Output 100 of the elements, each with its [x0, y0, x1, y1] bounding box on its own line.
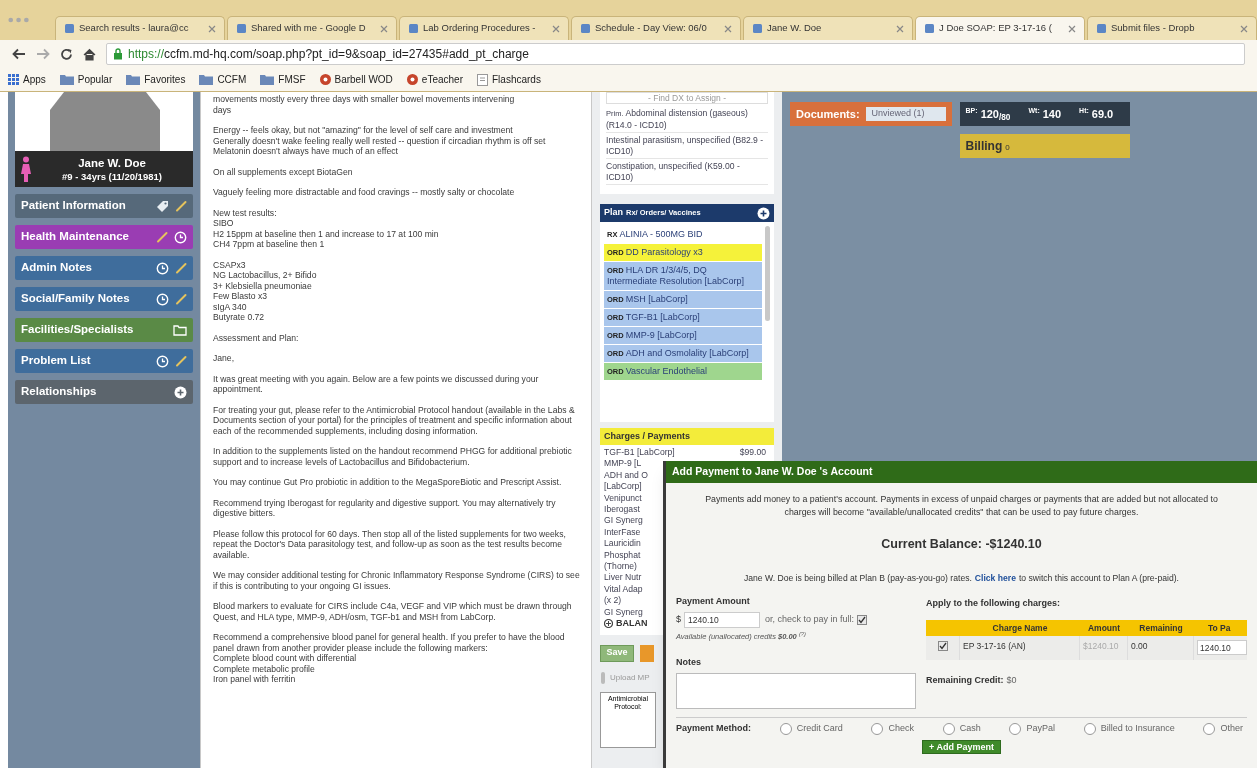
sidebar-item[interactable]: Problem List	[15, 349, 193, 373]
history-icon[interactable]	[174, 230, 187, 244]
notes-field[interactable]	[676, 672, 916, 709]
bookmark-link[interactable]: eTeacher	[406, 72, 463, 87]
click-here-link[interactable]: Click here	[974, 571, 1016, 585]
payment-method-option[interactable]: Cash	[942, 722, 981, 736]
sidebar-item[interactable]: Relationships	[15, 380, 193, 404]
bookmark-link[interactable]: Apps	[8, 72, 46, 87]
billing-bar[interactable]: Billing 0	[959, 134, 1130, 158]
browser-tab[interactable]: J Doe SOAP: EP 3-17-16 (	[915, 16, 1085, 40]
pencil-icon[interactable]	[175, 200, 187, 212]
lock-icon	[113, 48, 123, 60]
pencil-icon[interactable]	[175, 355, 187, 367]
documents-filter-dropdown[interactable]: Unviewed (1)	[865, 107, 946, 121]
note-paragraph: It was great meeting with you again. Below are a few points we discussed during your appointment.	[213, 373, 540, 395]
diagnosis-item[interactable]: Intestinal parasitism, unspecified (B82.9 - ICD10)	[606, 133, 768, 159]
sidebar-item[interactable]: Admin Notes	[15, 256, 193, 280]
table-cell: $1240.10	[1080, 636, 1128, 661]
charge-name: GI Synerg	[604, 606, 643, 619]
page-icon	[408, 23, 419, 34]
reload-icon[interactable]	[60, 47, 73, 61]
note-paragraph: Jane,	[213, 353, 236, 364]
diagnosis-search-field[interactable]: - Find DX to Assign -	[606, 92, 768, 104]
history-icon[interactable]	[156, 292, 169, 306]
bookmark-link[interactable]: FMSF	[260, 72, 306, 87]
payment-method-option[interactable]: PayPal	[1009, 722, 1055, 736]
close-icon[interactable]	[1240, 24, 1248, 33]
pencil-icon[interactable]	[175, 293, 187, 305]
payment-method-option[interactable]: Other	[1203, 722, 1243, 736]
notes-text-area[interactable]	[200, 92, 592, 768]
close-icon[interactable]	[724, 24, 732, 33]
note-paragraph: We may consider additional testing for Chronic Inflammatory Response Syndrome (CIRS) to see if this is contributing to your ongoing GI issues.	[213, 570, 581, 591]
plus-icon[interactable]	[174, 385, 187, 399]
plus-icon[interactable]	[604, 619, 613, 629]
payment-method-label: Payment Method:	[676, 722, 751, 736]
paperclip-icon[interactable]	[600, 671, 606, 684]
sidebar-item[interactable]: Social/Family Notes	[15, 287, 193, 311]
close-icon[interactable]	[1068, 24, 1076, 33]
note-paragraph: New test results: SIBO H2 15ppm at baseline then 1 and increase to 17 at 100 min CH4 7ppm at baseline then 1	[213, 207, 440, 250]
pencil-icon[interactable]	[156, 231, 168, 243]
note-paragraph: Blood markers to evaluate for CIRS include C4a, VEGF and VIP which must be drawn through Quest, and HLA type, MMP-9, ADH/osm, TGF-b1 and MSH from LabCorp.	[213, 601, 573, 622]
billing-count: 0	[1005, 142, 1010, 154]
close-icon[interactable]	[896, 24, 904, 33]
page-icon	[236, 23, 247, 34]
browser-tab[interactable]: Submit files - Dropb	[1087, 16, 1257, 40]
note-paragraph: Assessment and Plan:	[213, 332, 300, 343]
browser-tab[interactable]: Search results - laura@cc	[55, 16, 225, 40]
sidebar-item[interactable]: Health Maintenance	[15, 225, 193, 249]
bookmark-link[interactable]: CCFM	[199, 72, 247, 87]
browser-tab[interactable]: Schedule - Day View: 06/0	[571, 16, 741, 40]
plan-text: to switch this account to Plan A (pre-paid).	[1018, 571, 1179, 585]
browser-tab[interactable]: Jane W. Doe	[743, 16, 913, 40]
plan-text: Jane W. Doe is being billed at Plan B (pay-as-you-go) rates.	[744, 571, 972, 585]
table-cell: EP 3-17-16 (AN)	[960, 636, 1080, 661]
balance-label: BALAN	[616, 617, 648, 630]
column-header: Remaining	[1138, 621, 1184, 635]
to-pay-field[interactable]: 1240.10	[1197, 640, 1247, 656]
patient-name: Jane W. Doe	[78, 155, 146, 170]
add-payment-button[interactable]: + Add Payment	[922, 739, 1001, 754]
browser-tab[interactable]: Lab Ordering Procedures -	[399, 16, 569, 40]
check-icon	[938, 642, 947, 651]
bookmark-link[interactable]: Popular	[59, 72, 113, 87]
folder-icon[interactable]	[173, 324, 187, 336]
diagnosis-item[interactable]: Constipation, unspecified (K59.00 - ICD10)	[606, 159, 768, 185]
payment-method-option[interactable]: Credit Card	[779, 722, 843, 736]
note-paragraph: On all supplements except BiotaGen	[213, 166, 354, 177]
documents-label: Documents:	[796, 106, 860, 122]
pay-full-checkbox[interactable]	[857, 615, 868, 626]
sidebar-item[interactable]: Facilities/Specialists	[15, 318, 193, 342]
forward-arrow-icon[interactable]	[36, 48, 50, 60]
person-icon	[21, 156, 31, 182]
browser-tab[interactable]: Shared with me - Google D	[227, 16, 397, 40]
action-button[interactable]	[640, 644, 654, 662]
pencil-icon[interactable]	[175, 262, 187, 274]
payment-method-option[interactable]: Check	[871, 722, 914, 736]
close-icon[interactable]	[380, 24, 388, 33]
back-arrow-icon[interactable]	[12, 48, 26, 60]
bookmark-link[interactable]: Flashcards	[477, 72, 541, 87]
history-icon[interactable]	[156, 261, 169, 275]
plus-icon[interactable]	[757, 206, 770, 220]
apps-grid-icon	[8, 74, 19, 85]
tag-icon[interactable]	[156, 199, 169, 213]
bookmark-link[interactable]: Barbell WOD	[319, 72, 393, 87]
vital-value: 120$_{/80}$	[980, 106, 1011, 123]
folder-icon	[126, 74, 141, 85]
close-icon[interactable]	[208, 24, 216, 33]
close-icon[interactable]	[552, 24, 560, 33]
scrollbar-thumb[interactable]	[765, 226, 770, 321]
address-field[interactable]: https://ccfm.md-hq.com/soap.php?pt_id=9&soap_id=27435#add_pt_charge	[106, 43, 1245, 65]
url-text: https://ccfm.md-hq.com/soap.php?pt_id=9&soap_id=27435#add_pt_charge	[128, 46, 529, 63]
history-icon[interactable]	[156, 354, 169, 368]
payment-amount-field[interactable]: 1240.10	[684, 612, 760, 629]
charge-checkbox[interactable]	[937, 641, 948, 652]
sidebar-item[interactable]: Patient Information	[15, 194, 193, 218]
charge-name: TGF-B1 [LabCorp]	[604, 447, 675, 459]
payment-method-option[interactable]: Billed to Insurance	[1083, 722, 1175, 736]
charge-name: Venipunct	[604, 492, 642, 505]
note-paragraph: You may continue Gut Pro probiotic in addition to the MegaSporeBiotic and Prescript Assist.	[213, 477, 563, 488]
bookmark-link[interactable]: Favorites	[126, 72, 186, 87]
home-icon[interactable]	[83, 47, 96, 61]
